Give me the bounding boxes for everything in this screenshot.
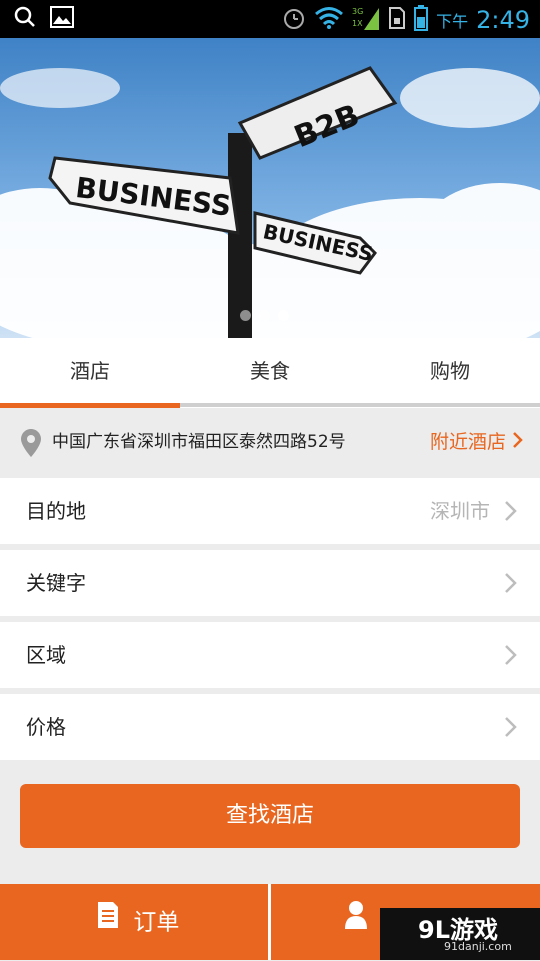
gallery-icon xyxy=(50,6,74,32)
sim-card-icon xyxy=(388,6,406,34)
destination-label: 目的地 xyxy=(26,499,86,523)
status-bar: 3G 1X 下午 2:49 xyxy=(0,0,540,38)
district-row[interactable]: 区域 xyxy=(0,622,540,688)
watermark-site: 91danji.com xyxy=(444,940,512,953)
destination-row[interactable]: 目的地 深圳市 xyxy=(0,478,540,544)
location-pin-icon xyxy=(20,428,42,462)
bottom-nav-divider xyxy=(268,884,271,960)
keyword-label: 关键字 xyxy=(26,571,86,595)
chevron-right-icon xyxy=(504,644,518,670)
destination-value: 深圳市 xyxy=(430,499,490,523)
search-icon xyxy=(14,6,36,32)
nearby-hotels-link[interactable]: 附近酒店 xyxy=(430,408,524,476)
keyword-row[interactable]: 关键字 xyxy=(0,550,540,616)
signal-3g-label: 3G xyxy=(352,7,363,16)
person-icon xyxy=(344,885,368,961)
status-ampm: 下午 xyxy=(436,12,469,31)
district-label: 区域 xyxy=(26,643,66,667)
tab-hotel[interactable]: 酒店 xyxy=(0,338,180,404)
orders-label: 订单 xyxy=(133,909,180,936)
carousel-dot[interactable] xyxy=(240,310,251,321)
carousel-dot-active[interactable] xyxy=(278,310,289,321)
chevron-right-icon xyxy=(504,716,518,742)
promo-banner[interactable]: B2B BUSINESS BUSINESS xyxy=(0,38,540,338)
current-location-row[interactable]: 中国广东省深圳市福田区泰然四路52号 附近酒店 xyxy=(0,408,540,476)
carousel-indicator xyxy=(240,310,289,321)
price-row[interactable]: 价格 xyxy=(0,694,540,760)
chevron-right-icon xyxy=(504,500,518,526)
carousel-dot[interactable] xyxy=(259,310,270,321)
chevron-right-icon xyxy=(504,572,518,598)
status-time: 2:49 xyxy=(476,6,530,34)
banner-image: B2B BUSINESS BUSINESS xyxy=(0,38,540,338)
document-icon xyxy=(96,885,120,961)
cellular-signal-icon: 3G 1X xyxy=(352,4,380,36)
battery-icon xyxy=(414,5,429,35)
orders-tab[interactable]: 订单 xyxy=(96,884,179,960)
price-label: 价格 xyxy=(26,715,66,739)
alarm-icon xyxy=(282,6,306,34)
category-tabs: 酒店 美食 购物 xyxy=(0,338,540,408)
chevron-right-icon xyxy=(512,431,524,453)
location-address: 中国广东省深圳市福田区泰然四路52号 xyxy=(52,432,346,452)
signal-1x-label: 1X xyxy=(352,19,363,28)
tab-shopping[interactable]: 购物 xyxy=(360,338,540,404)
tab-food[interactable]: 美食 xyxy=(180,338,360,404)
nearby-hotels-label: 附近酒店 xyxy=(429,431,506,453)
wifi-icon xyxy=(314,6,344,34)
search-hotels-button[interactable]: 查找酒店 xyxy=(20,784,520,848)
watermark-logo: 9L游戏 91danji.com xyxy=(380,908,540,960)
